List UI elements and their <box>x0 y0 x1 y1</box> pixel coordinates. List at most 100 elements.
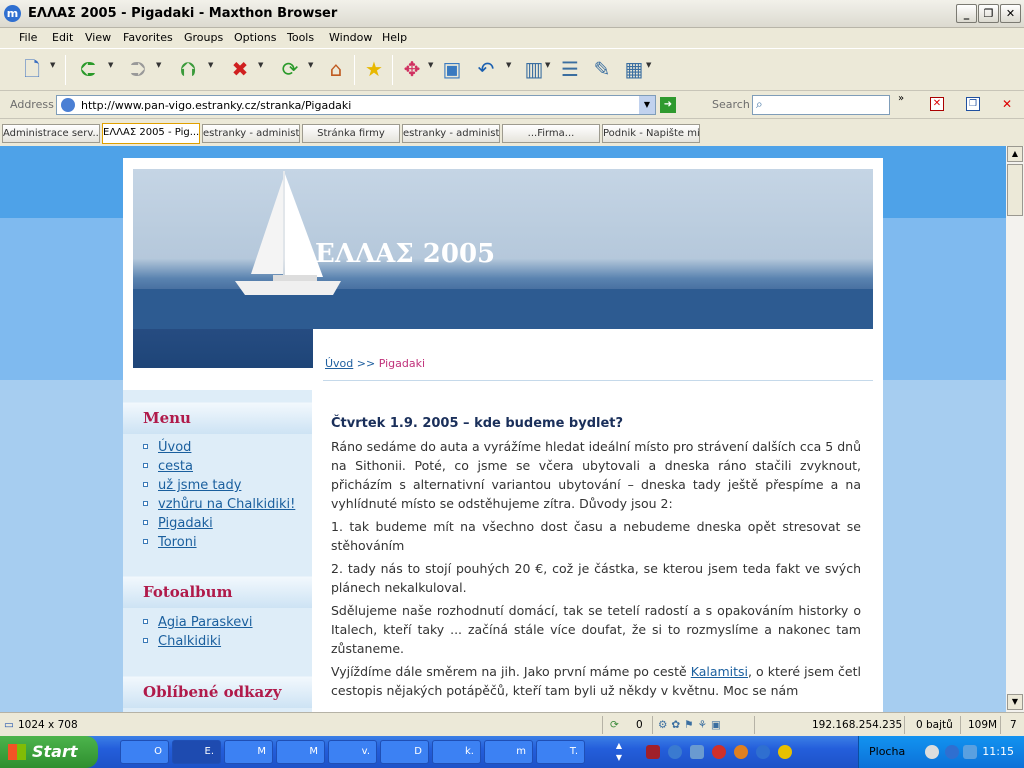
back-icon[interactable]: ⮈ <box>74 55 102 83</box>
tray-maxthon-icon[interactable] <box>945 745 959 759</box>
quicklaunch-icon-1[interactable] <box>646 745 660 759</box>
popup-icon[interactable]: ⟳ <box>610 716 619 734</box>
windows-logo-icon <box>8 744 26 760</box>
sidebar: Menu Úvod cesta už jsme tady vzhůru na C… <box>123 390 312 712</box>
tab-podnik[interactable]: Podnik - Napište mi <box>602 124 700 143</box>
tab-estranky-1[interactable]: estranky - administr <box>202 124 300 143</box>
restore-button[interactable]: ❐ <box>978 4 999 23</box>
menu-view[interactable]: View <box>85 31 111 44</box>
new-page-icon[interactable]: 🗋 <box>18 55 46 83</box>
sailboat-image <box>235 171 341 295</box>
page-icon <box>61 98 75 112</box>
menu-link-cesta[interactable]: cesta <box>158 459 193 474</box>
menu-options[interactable]: Options <box>234 31 276 44</box>
minimize-button[interactable]: _ <box>956 4 977 23</box>
article-paragraph: Vyjíždíme dále směrem na jih. Jako první… <box>331 662 861 700</box>
go-icon[interactable]: ➜ <box>660 97 676 113</box>
close-button[interactable]: ✕ <box>1000 4 1021 23</box>
forward-icon[interactable]: ⮊ <box>124 55 152 83</box>
menu-item: Pigadaki <box>143 516 303 535</box>
grid-icon[interactable]: ▦ <box>620 55 648 83</box>
bullet-icon <box>143 501 148 506</box>
menu-link-toroni[interactable]: Toroni <box>158 535 197 550</box>
close-tab-icon[interactable]: ✕ <box>930 97 944 111</box>
menu-heading: Menu <box>123 402 312 434</box>
status-icons[interactable]: ⚙✿⚑⚘▣ <box>658 716 725 734</box>
group-icon[interactable]: ✥ <box>398 55 426 83</box>
task-outlook[interactable]: O <box>120 740 169 764</box>
album-link-agia-paraskevi[interactable]: Agia Paraskevi <box>158 615 253 630</box>
status-page-size: 1024 x 708 <box>18 719 78 731</box>
task-t[interactable]: T. <box>536 740 585 764</box>
favorites-star-icon[interactable]: ★ <box>360 55 388 83</box>
scroll-thumb[interactable] <box>1007 164 1023 216</box>
window-icon[interactable]: ▣ <box>438 55 466 83</box>
menu-help[interactable]: Help <box>382 31 407 44</box>
task-word-k[interactable]: k. <box>432 740 481 764</box>
tab-administrace[interactable]: Administrace serv... <box>2 124 100 143</box>
quicklaunch-icon-3[interactable] <box>690 745 704 759</box>
main-toolbar: 🗋 ▼ ⮈ ▼ ⮊ ▼ ⮉ ▼ ✖ ▼ ⟳ ▼ ⌂ ★ ✥ ▼ ▣ ↶ ▼ ▥ … <box>0 48 1024 90</box>
menu-link-uvod[interactable]: Úvod <box>158 440 191 455</box>
breadcrumb-home-link[interactable]: Úvod <box>325 357 353 370</box>
address-url[interactable]: http://www.pan-vigo.estranky.cz/stranka/… <box>81 99 351 112</box>
scroll-down-icon[interactable]: ▼ <box>1007 694 1023 710</box>
fotoalbum-heading: Fotoalbum <box>123 576 312 608</box>
address-input[interactable]: http://www.pan-vigo.estranky.cz/stranka/… <box>56 95 656 115</box>
tray-back-icon[interactable] <box>925 745 939 759</box>
menu-groups[interactable]: Groups <box>184 31 223 44</box>
site-title: ΕΛΛΑΣ 2005 <box>315 239 496 269</box>
maxthon-quick-icon[interactable] <box>756 745 770 759</box>
menu-link-uz-jsme-tady[interactable]: už jsme tady <box>158 478 241 493</box>
vertical-scrollbar[interactable]: ▲ ▼ <box>1006 146 1024 712</box>
close-all-icon[interactable]: ✕ <box>1000 97 1014 111</box>
breadcrumb-current: Pigadaki <box>378 357 426 370</box>
kalamitsi-link[interactable]: Kalamitsi <box>691 664 748 679</box>
tab-estranky-2[interactable]: estranky - administr <box>402 124 500 143</box>
album-link-chalkidiki[interactable]: Chalkidiki <box>158 634 221 649</box>
menu-file[interactable]: File <box>19 31 37 44</box>
more-icon[interactable]: » <box>898 93 904 104</box>
site-page: ΕΛΛΑΣ 2005 Úvod >> Pigadaki Menu Úvod ce… <box>123 158 883 712</box>
article-paragraph: Ráno sedáme do auta a vyrážíme hledat id… <box>331 439 861 511</box>
edit-page-icon[interactable]: ✎ <box>588 55 616 83</box>
menu-link-pigadaki[interactable]: Pigadaki <box>158 516 213 531</box>
task-m2[interactable]: M <box>276 740 325 764</box>
start-button[interactable]: Start <box>0 736 98 768</box>
firefox-icon[interactable] <box>734 745 748 759</box>
task-word-d[interactable]: D <box>380 740 429 764</box>
up-icon[interactable]: ⮉ <box>174 55 202 83</box>
tab-stranka-firmy[interactable]: Stránka firmy <box>302 124 400 143</box>
menu-tools[interactable]: Tools <box>287 31 314 44</box>
undo-icon[interactable]: ↶ <box>472 55 500 83</box>
address-bar: Address http://www.pan-vigo.estranky.cz/… <box>0 90 1024 118</box>
album-item: Agia Paraskevi <box>143 615 303 634</box>
stop-icon[interactable]: ✖ <box>226 55 254 83</box>
quicklaunch-icon-7[interactable] <box>778 745 792 759</box>
taskbar-scroll-icon[interactable]: ▲ ▼ <box>612 740 626 764</box>
tab-ellas-2005[interactable]: ΕΛΛΑΣ 2005 - Pig... <box>102 123 200 144</box>
menu-window[interactable]: Window <box>329 31 372 44</box>
address-dropdown-icon[interactable]: ▼ <box>639 96 655 114</box>
ie-icon[interactable] <box>668 745 682 759</box>
windows-taskbar: Start O E. M M v. D k. m T. ▲ ▼ Plocha 11… <box>0 736 1024 768</box>
columns-icon[interactable]: ▥ <box>520 55 548 83</box>
search-input[interactable]: ⌕ <box>752 95 890 115</box>
task-maxthon[interactable]: E. <box>172 740 221 764</box>
plocha-label[interactable]: Plocha <box>869 745 905 758</box>
menu-edit[interactable]: Edit <box>52 31 73 44</box>
menu-favorites[interactable]: Favorites <box>123 31 173 44</box>
task-m3[interactable]: m <box>484 740 533 764</box>
quicklaunch-icon-4[interactable] <box>712 745 726 759</box>
tray-network-icon[interactable] <box>963 745 977 759</box>
search-icon: ⌕ <box>756 97 763 111</box>
home-icon[interactable]: ⌂ <box>322 55 350 83</box>
tab-firma[interactable]: ...Firma... <box>502 124 600 143</box>
task-m1[interactable]: M <box>224 740 273 764</box>
scroll-up-icon[interactable]: ▲ <box>1007 146 1023 162</box>
restore-tab-icon[interactable]: ❐ <box>966 97 980 111</box>
task-folder[interactable]: v. <box>328 740 377 764</box>
refresh-icon[interactable]: ⟳ <box>276 55 304 83</box>
list-icon[interactable]: ☰ <box>556 55 584 83</box>
menu-link-vzhuru[interactable]: vzhůru na Chalkidiki! <box>158 497 295 512</box>
